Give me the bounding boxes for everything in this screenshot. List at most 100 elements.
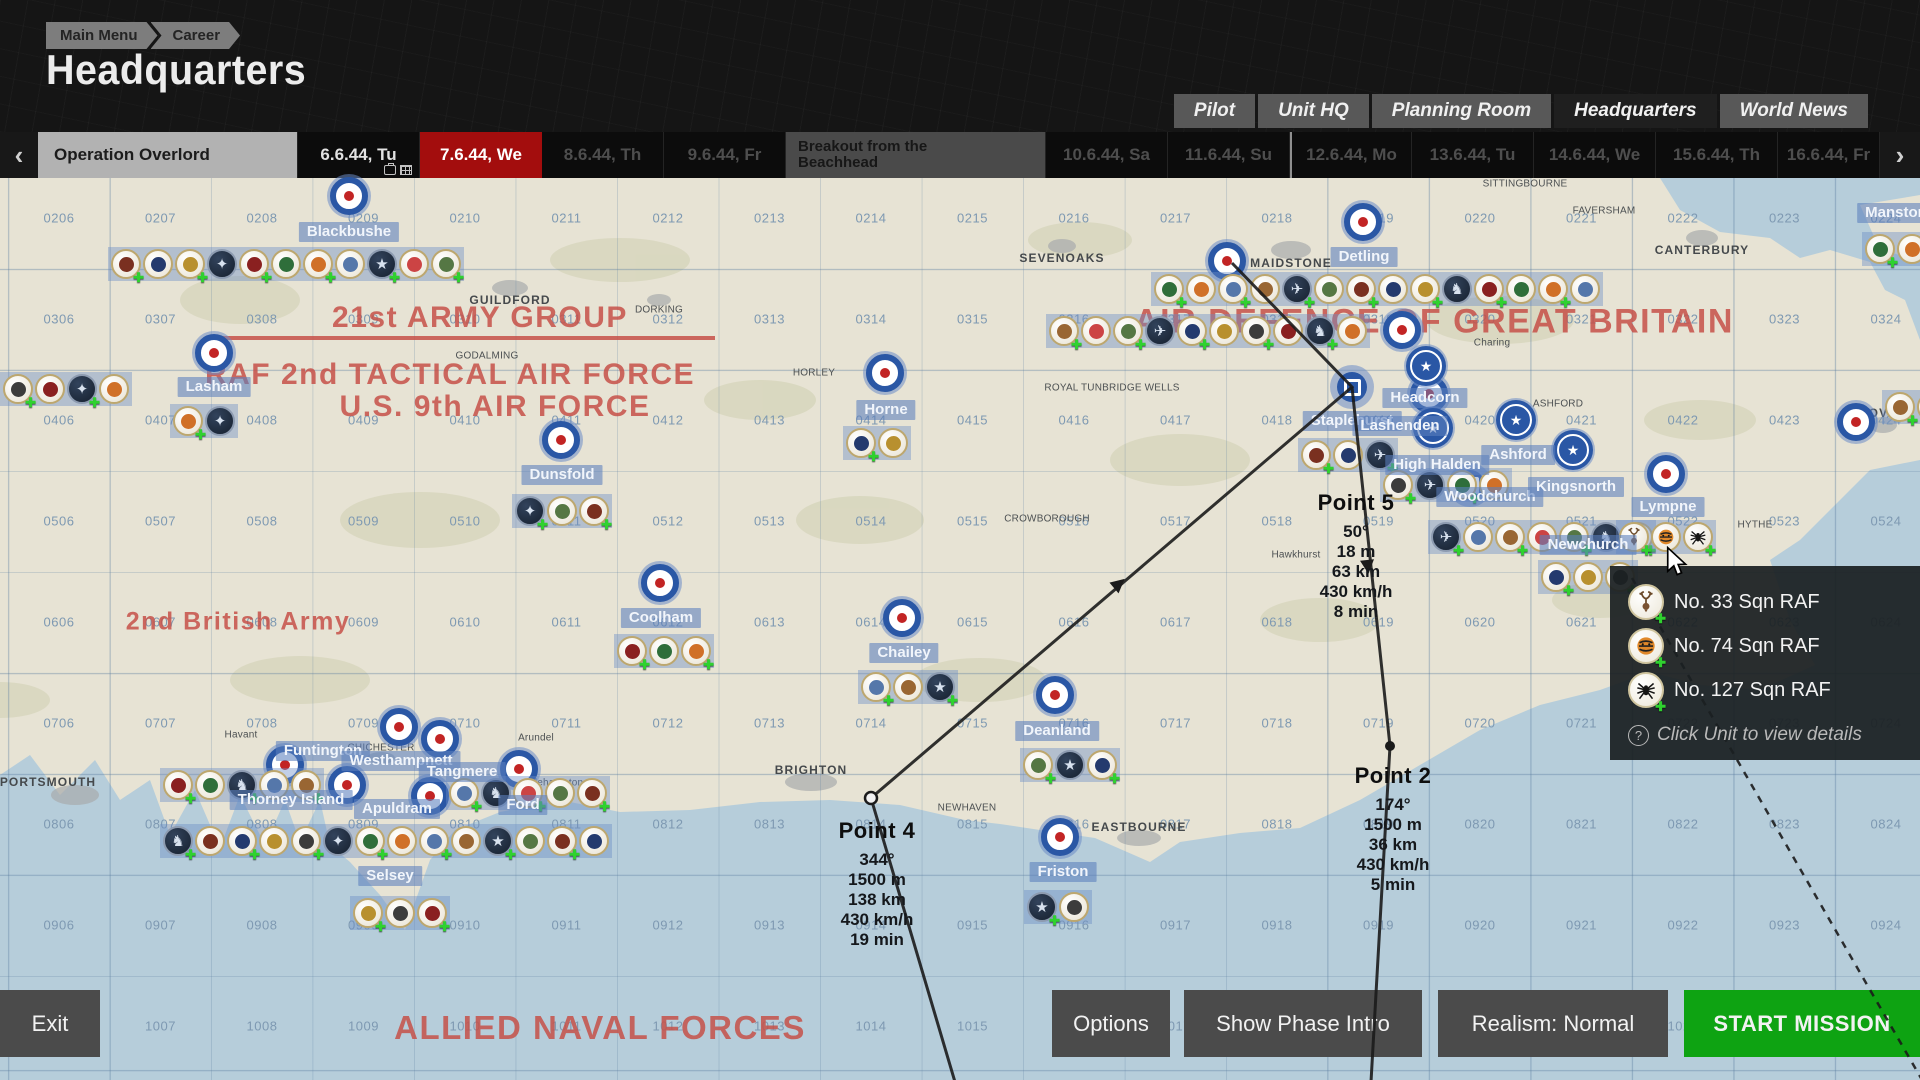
unit-emblem-icon[interactable] xyxy=(1378,274,1408,304)
airfield-label-ashford[interactable]: Ashford xyxy=(1481,445,1555,465)
unit-emblem-icon[interactable] xyxy=(99,374,129,404)
unit-emblem-icon[interactable] xyxy=(271,249,301,279)
unit-emblem-icon[interactable]: ✚ xyxy=(303,249,333,279)
start-mission-button[interactable]: START MISSION xyxy=(1684,990,1920,1057)
unit-emblem-icon[interactable]: ✚ xyxy=(1241,316,1271,346)
unit-emblem-icon[interactable]: ✚ xyxy=(1113,316,1143,346)
unit-emblem-icon[interactable]: ♞✚ xyxy=(1305,316,1335,346)
options-button[interactable]: Options xyxy=(1052,990,1170,1057)
airfield-label-apuldram[interactable]: Apuldram xyxy=(354,799,440,819)
unit-emblem-icon[interactable] xyxy=(143,249,173,279)
unit-emblem-icon[interactable]: ✚ xyxy=(1474,274,1504,304)
timeline-date-6.6.44[interactable]: 6.6.44, Tu xyxy=(298,132,420,178)
unit-emblem-icon[interactable]: ✚ xyxy=(173,406,203,436)
unit-emblem-icon[interactable] xyxy=(259,826,289,856)
unit-emblem-icon[interactable]: ✚ xyxy=(1346,274,1376,304)
unit-emblem-icon[interactable]: ✦✚ xyxy=(515,496,545,526)
raf-airfield-marker[interactable] xyxy=(1341,200,1385,244)
airfield-label-ford[interactable]: Ford xyxy=(498,795,547,815)
airfield-label-lasham[interactable]: Lasham xyxy=(178,377,251,397)
raf-airfield-marker[interactable] xyxy=(863,351,907,395)
airfield-label-thorney-island[interactable]: Thorney Island xyxy=(230,790,353,810)
tiger-emblem-icon[interactable] xyxy=(1651,522,1681,552)
unit-emblem-icon[interactable]: ✚ xyxy=(175,249,205,279)
unit-emblem-icon[interactable] xyxy=(1463,522,1493,552)
unit-emblem-icon[interactable]: ✦ xyxy=(207,249,237,279)
unit-emblem-icon[interactable]: ✚ xyxy=(163,770,193,800)
unit-emblem-icon[interactable]: ✚ xyxy=(1301,440,1331,470)
unit-emblem-icon[interactable]: ✈✚ xyxy=(1282,274,1312,304)
unit-emblem-icon[interactable]: ✚ xyxy=(1177,316,1207,346)
unit-emblem-icon[interactable]: ♞✚ xyxy=(163,826,193,856)
airfield-label-coolham[interactable]: Coolham xyxy=(621,608,701,628)
airfield-label-lympne[interactable]: Lympne xyxy=(1632,497,1705,517)
unit-emblem-icon[interactable] xyxy=(387,826,417,856)
squadron-row[interactable]: ✚No. 33 Sqn RAF xyxy=(1628,582,1920,622)
raf-airfield-marker[interactable] xyxy=(1644,452,1688,496)
timeline-date-7.6.44[interactable]: 7.6.44, We xyxy=(420,132,542,178)
airfield-label-dunsfold[interactable]: Dunsfold xyxy=(522,465,603,485)
spider-emblem-icon[interactable]: ✚ xyxy=(1683,522,1713,552)
timeline-date-12.6.44[interactable]: 12.6.44, Mo xyxy=(1290,132,1412,178)
unit-emblem-icon[interactable] xyxy=(1573,562,1603,592)
unit-emblem-icon[interactable]: ✚ xyxy=(1154,274,1184,304)
unit-emblem-icon[interactable] xyxy=(385,898,415,928)
unit-emblem-icon[interactable]: ★✚ xyxy=(483,826,513,856)
raf-airfield-marker[interactable] xyxy=(1834,400,1878,444)
unit-emblem-icon[interactable] xyxy=(1209,316,1239,346)
exit-button[interactable]: Exit xyxy=(0,990,100,1057)
timeline-phase-upcoming[interactable]: Breakout from the Beachhead xyxy=(786,132,1046,178)
unit-emblem-icon[interactable]: ✚ xyxy=(1865,234,1895,264)
unit-emblem-icon[interactable]: ♞ xyxy=(1442,274,1472,304)
unit-emblem-icon[interactable] xyxy=(515,826,545,856)
unit-emblem-icon[interactable] xyxy=(451,826,481,856)
airfield-label-high-halden[interactable]: High Halden xyxy=(1385,455,1489,475)
unit-emblem-icon[interactable]: ✚ xyxy=(617,636,647,666)
unit-emblem-icon[interactable]: ✚ xyxy=(577,778,607,808)
unit-emblem-icon[interactable] xyxy=(547,496,577,526)
unit-emblem-icon[interactable] xyxy=(1333,440,1363,470)
unit-emblem-icon[interactable] xyxy=(649,636,679,666)
unit-emblem-icon[interactable]: ✚ xyxy=(353,898,383,928)
raf-airfield-marker[interactable] xyxy=(638,561,682,605)
unit-emblem-icon[interactable] xyxy=(1250,274,1280,304)
timeline-date-15.6.44[interactable]: 15.6.44, Th xyxy=(1656,132,1778,178)
unit-emblem-icon[interactable]: ✚ xyxy=(846,428,876,458)
unit-emblem-icon[interactable] xyxy=(1897,234,1920,264)
unit-emblem-icon[interactable]: ✚ xyxy=(1087,750,1117,780)
raf-airfield-marker[interactable] xyxy=(880,596,924,640)
unit-emblem-icon[interactable]: ✚ xyxy=(1495,522,1525,552)
unit-emblem-icon[interactable] xyxy=(545,778,575,808)
unit-emblem-icon[interactable] xyxy=(1273,316,1303,346)
breadcrumb-career[interactable]: Career xyxy=(151,22,241,49)
airfield-label-deanland[interactable]: Deanland xyxy=(1015,721,1099,741)
show-phase-intro-button[interactable]: Show Phase Intro xyxy=(1184,990,1422,1057)
breadcrumb-main-menu[interactable]: Main Menu xyxy=(46,22,158,49)
tab-pilot[interactable]: Pilot xyxy=(1174,94,1255,128)
unit-emblem-icon[interactable] xyxy=(1506,274,1536,304)
unit-emblem-icon[interactable]: ★ xyxy=(1055,750,1085,780)
timeline-date-10.6.44[interactable]: 10.6.44, Sa xyxy=(1046,132,1168,178)
unit-emblem-icon[interactable]: ✚ xyxy=(239,249,269,279)
unit-emblem-icon[interactable] xyxy=(1570,274,1600,304)
raf-airfield-marker[interactable] xyxy=(539,418,583,462)
unit-emblem-icon[interactable]: ✚ xyxy=(111,249,141,279)
unit-emblem-icon[interactable] xyxy=(579,826,609,856)
timeline-prev-arrow[interactable]: ‹ xyxy=(0,132,38,178)
unit-emblem-icon[interactable] xyxy=(399,249,429,279)
waypoint-marker[interactable] xyxy=(1330,365,1374,409)
unit-emblem-icon[interactable]: ✚ xyxy=(355,826,385,856)
unit-emblem-icon[interactable]: ✚ xyxy=(1049,316,1079,346)
tab-unit-hq[interactable]: Unit HQ xyxy=(1258,94,1369,128)
unit-emblem-icon[interactable] xyxy=(35,374,65,404)
airfield-label-detling[interactable]: Detling xyxy=(1331,247,1398,267)
raf-airfield-marker[interactable] xyxy=(377,705,421,749)
airfield-label-manston[interactable]: Manston xyxy=(1857,203,1920,223)
unit-emblem-icon[interactable]: ✚ xyxy=(1410,274,1440,304)
unit-emblem-icon[interactable]: ✚ xyxy=(579,496,609,526)
unit-emblem-icon[interactable]: ★✚ xyxy=(1027,892,1057,922)
raf-airfield-marker[interactable] xyxy=(1038,815,1082,859)
raf-airfield-marker[interactable] xyxy=(192,331,236,375)
unit-emblem-icon[interactable] xyxy=(1081,316,1111,346)
unit-emblem-icon[interactable]: ✚ xyxy=(1538,274,1568,304)
